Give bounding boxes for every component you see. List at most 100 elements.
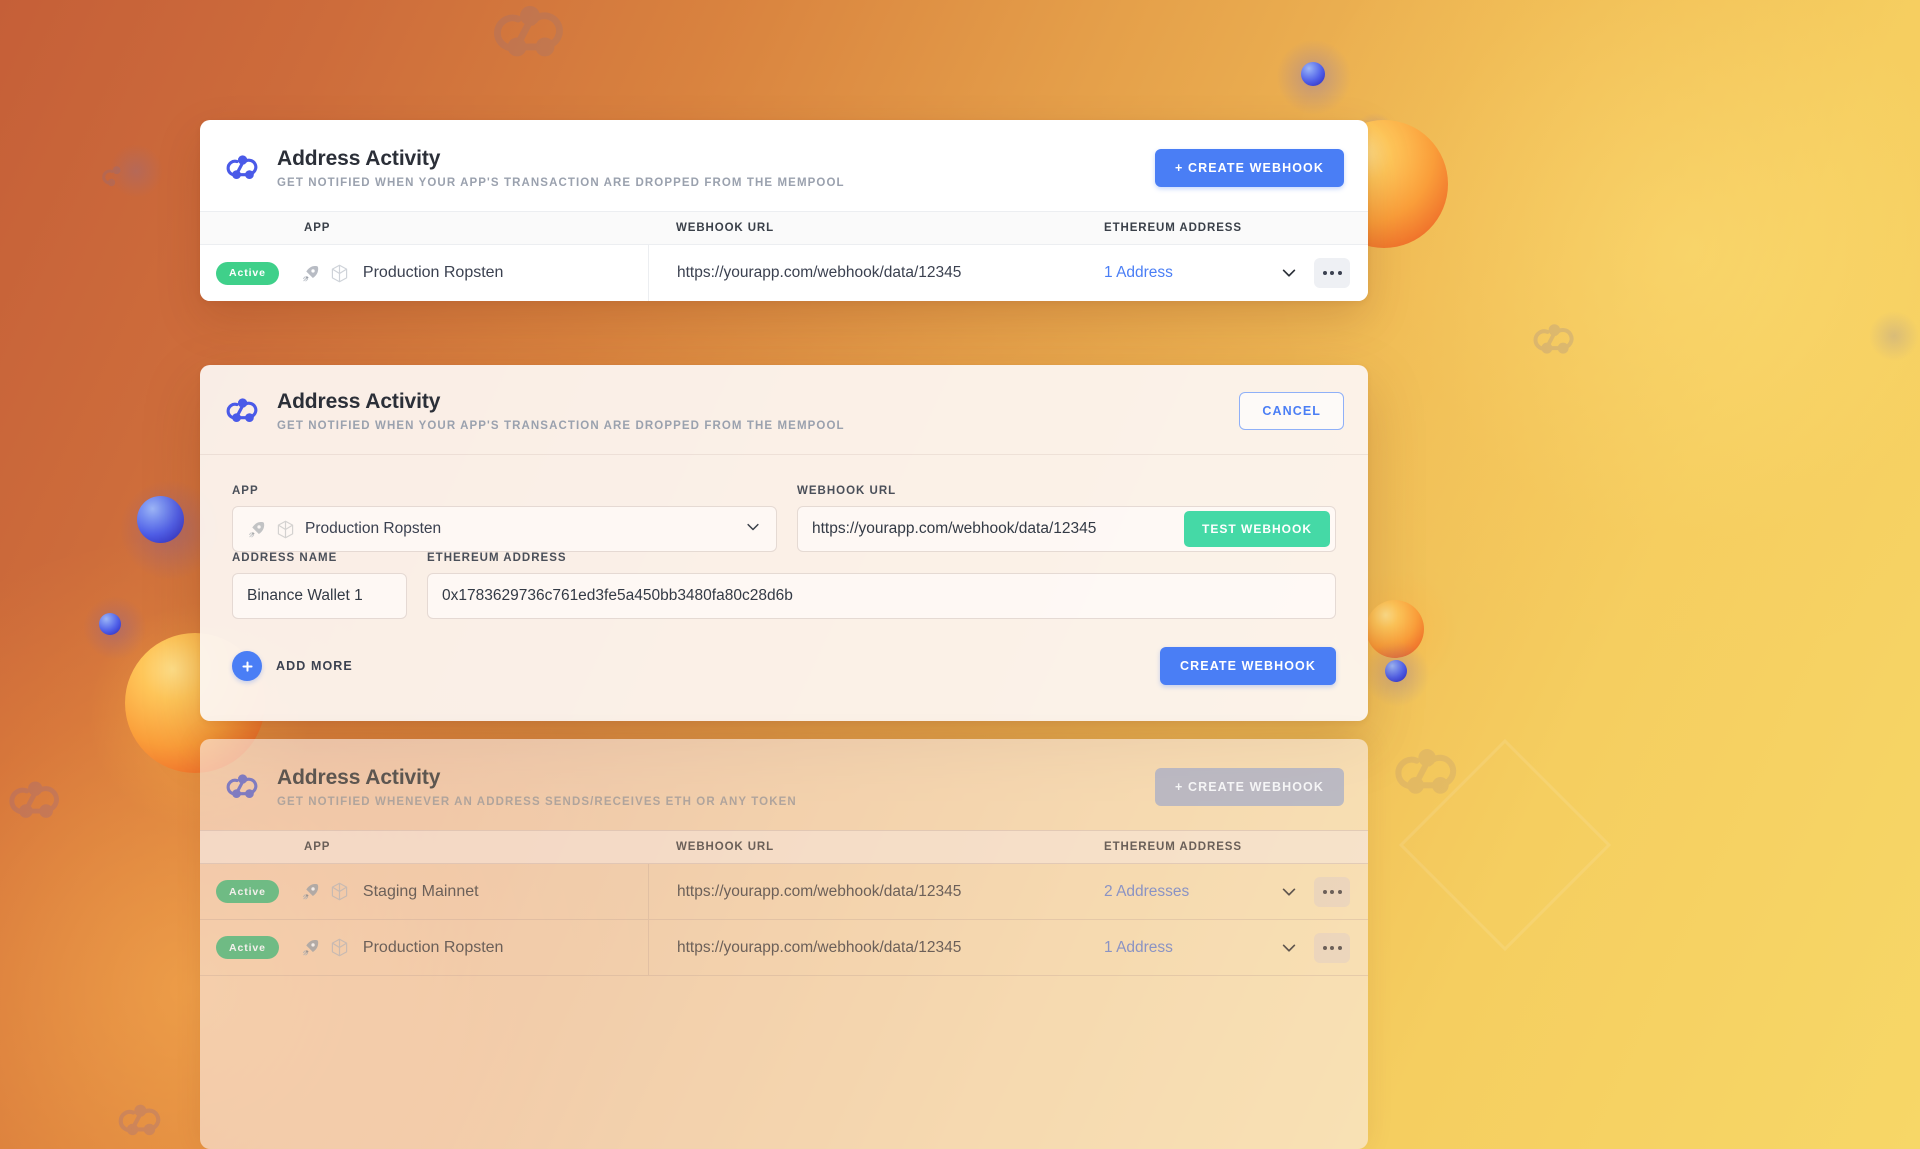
cube-icon (329, 881, 350, 902)
row-url-cell: https://yourapp.com/webhook/data/12345 (648, 920, 1076, 975)
decorative-sphere-blue (1385, 660, 1407, 682)
chevron-down-icon[interactable] (1276, 935, 1302, 961)
row-actions (1276, 258, 1368, 288)
chevron-down-icon[interactable] (744, 518, 762, 541)
row-menu-button[interactable] (1314, 933, 1350, 963)
form-body: App (200, 455, 1368, 721)
eth-address-label: Ethereum Address (427, 552, 1336, 564)
app-field-group: App (232, 485, 777, 552)
eth-address-group: Ethereum Address 0x1783629736c761ed3fe5a… (427, 552, 1336, 619)
app-select-value: Production Ropsten (247, 519, 441, 540)
menu-dot (1323, 946, 1327, 950)
table-row[interactable]: Active Production Rops (200, 920, 1368, 976)
page-title: Address Activity (277, 146, 1155, 171)
decorative-sphere-blue (1301, 62, 1325, 86)
chevron-down-icon[interactable] (1276, 879, 1302, 905)
webhook-form-card: Address Activity Get notified when your … (200, 365, 1368, 721)
webhook-watermark-icon (100, 160, 134, 194)
status-badge: Active (216, 880, 279, 903)
table-header: App Webhook URL Ethereum Address (200, 830, 1368, 864)
rocket-icon (301, 264, 320, 283)
webhook-icon (224, 149, 262, 187)
test-webhook-button[interactable]: Test Webhook (1184, 511, 1330, 547)
app-select[interactable]: Production Ropsten (232, 506, 777, 552)
webhook-url: https://yourapp.com/webhook/data/12345 (677, 883, 961, 901)
status-badge: Active (216, 262, 279, 285)
address-count-link[interactable]: 2 Addresses (1104, 883, 1189, 901)
background-glow-right (1280, 0, 1920, 660)
form-title: Address Activity (277, 389, 1239, 414)
app-icon-group (301, 881, 350, 902)
address-name-value: Binance Wallet 1 (247, 587, 363, 605)
column-header-eth: Ethereum Address (1076, 841, 1368, 853)
row-menu-button[interactable] (1314, 258, 1350, 288)
webhook-url-label: Webhook URL (797, 485, 1336, 497)
card-header-text: Address Activity Get notified whenever a… (277, 765, 1155, 808)
address-name-input[interactable]: Binance Wallet 1 (232, 573, 407, 619)
app-select-label: Production Ropsten (305, 520, 441, 538)
row-eth-cell: 1 Address (1076, 258, 1368, 288)
row-actions (1276, 877, 1368, 907)
row-eth-cell: 1 Address (1076, 933, 1368, 963)
add-more-label: Add More (276, 659, 353, 673)
webhook-card-top: Address Activity Get notified when your … (200, 120, 1368, 301)
menu-dot (1338, 946, 1342, 950)
webhook-icon (224, 768, 262, 806)
webhook-url-input-wrap[interactable]: https://yourapp.com/webhook/data/12345 T… (797, 506, 1336, 552)
cube-icon (329, 937, 350, 958)
address-count-link[interactable]: 1 Address (1104, 939, 1173, 957)
table-row[interactable]: Active Production Rops (200, 245, 1368, 301)
row-menu-button[interactable] (1314, 877, 1350, 907)
decorative-sphere-orange (1366, 600, 1424, 658)
card-header: Address Activity Get notified whenever a… (200, 739, 1368, 830)
form-header: Address Activity Get notified when your … (200, 365, 1368, 454)
add-more-button[interactable]: Add More (232, 651, 353, 681)
table-row[interactable]: Active Staging Mainnet (200, 864, 1368, 920)
webhook-icon (224, 392, 262, 430)
chevron-down-icon[interactable] (1276, 260, 1302, 286)
row-url-cell: https://yourapp.com/webhook/data/12345 (648, 245, 1076, 301)
rocket-icon (247, 520, 266, 539)
cancel-button[interactable]: Cancel (1239, 392, 1344, 430)
create-webhook-button[interactable]: + Create Webhook (1155, 149, 1344, 187)
menu-dot (1330, 271, 1334, 275)
address-count-link[interactable]: 1 Address (1104, 264, 1173, 282)
menu-dot (1338, 271, 1342, 275)
webhook-card-bottom: Address Activity Get notified whenever a… (200, 739, 1368, 1149)
form-header-text: Address Activity Get notified when your … (277, 389, 1239, 432)
create-webhook-button[interactable]: + Create Webhook (1155, 768, 1344, 806)
address-name-group: Address Name Binance Wallet 1 (232, 552, 407, 619)
form-subtitle: Get notified when your app's transaction… (277, 420, 1239, 432)
row-app-cell: Active Production Rops (200, 262, 648, 285)
menu-dot (1338, 890, 1342, 894)
cube-icon (275, 519, 296, 540)
app-name: Staging Mainnet (363, 883, 479, 901)
webhook-watermark-icon (1530, 315, 1580, 365)
create-webhook-submit-button[interactable]: Create Webhook (1160, 647, 1336, 685)
webhook-url-input[interactable]: https://yourapp.com/webhook/data/12345 (812, 520, 1096, 538)
menu-dot (1330, 890, 1334, 894)
page-subtitle: Get notified whenever an address sends/r… (277, 796, 1155, 808)
form-row-app-url: App (232, 485, 1336, 552)
webhook-watermark-icon (5, 770, 67, 832)
webhook-url: https://yourapp.com/webhook/data/12345 (677, 264, 961, 282)
column-header-app: App (200, 841, 648, 853)
page-background: Address Activity Get notified when your … (0, 0, 1920, 1149)
row-app-cell: Active Staging Mainnet (200, 880, 648, 903)
url-field-group: Webhook URL https://yourapp.com/webhook/… (797, 485, 1336, 552)
app-label: App (232, 485, 777, 497)
row-eth-cell: 2 Addresses (1076, 877, 1368, 907)
menu-dot (1323, 271, 1327, 275)
form-row-address: Address Name Binance Wallet 1 Ethereum A… (232, 552, 1336, 619)
eth-address-input[interactable]: 0x1783629736c761ed3fe5a450bb3480fa80c28d… (427, 573, 1336, 619)
decorative-sphere-blue (137, 496, 184, 543)
menu-dot (1323, 890, 1327, 894)
rocket-icon (301, 882, 320, 901)
column-header-url: Webhook URL (648, 212, 1076, 244)
row-url-cell: https://yourapp.com/webhook/data/12345 (648, 864, 1076, 919)
column-header-url: Webhook URL (648, 831, 1076, 863)
app-icon-group (301, 263, 350, 284)
app-name: Production Ropsten (363, 264, 504, 282)
page-subtitle: Get notified when your app's transaction… (277, 177, 1155, 189)
row-actions (1276, 933, 1368, 963)
